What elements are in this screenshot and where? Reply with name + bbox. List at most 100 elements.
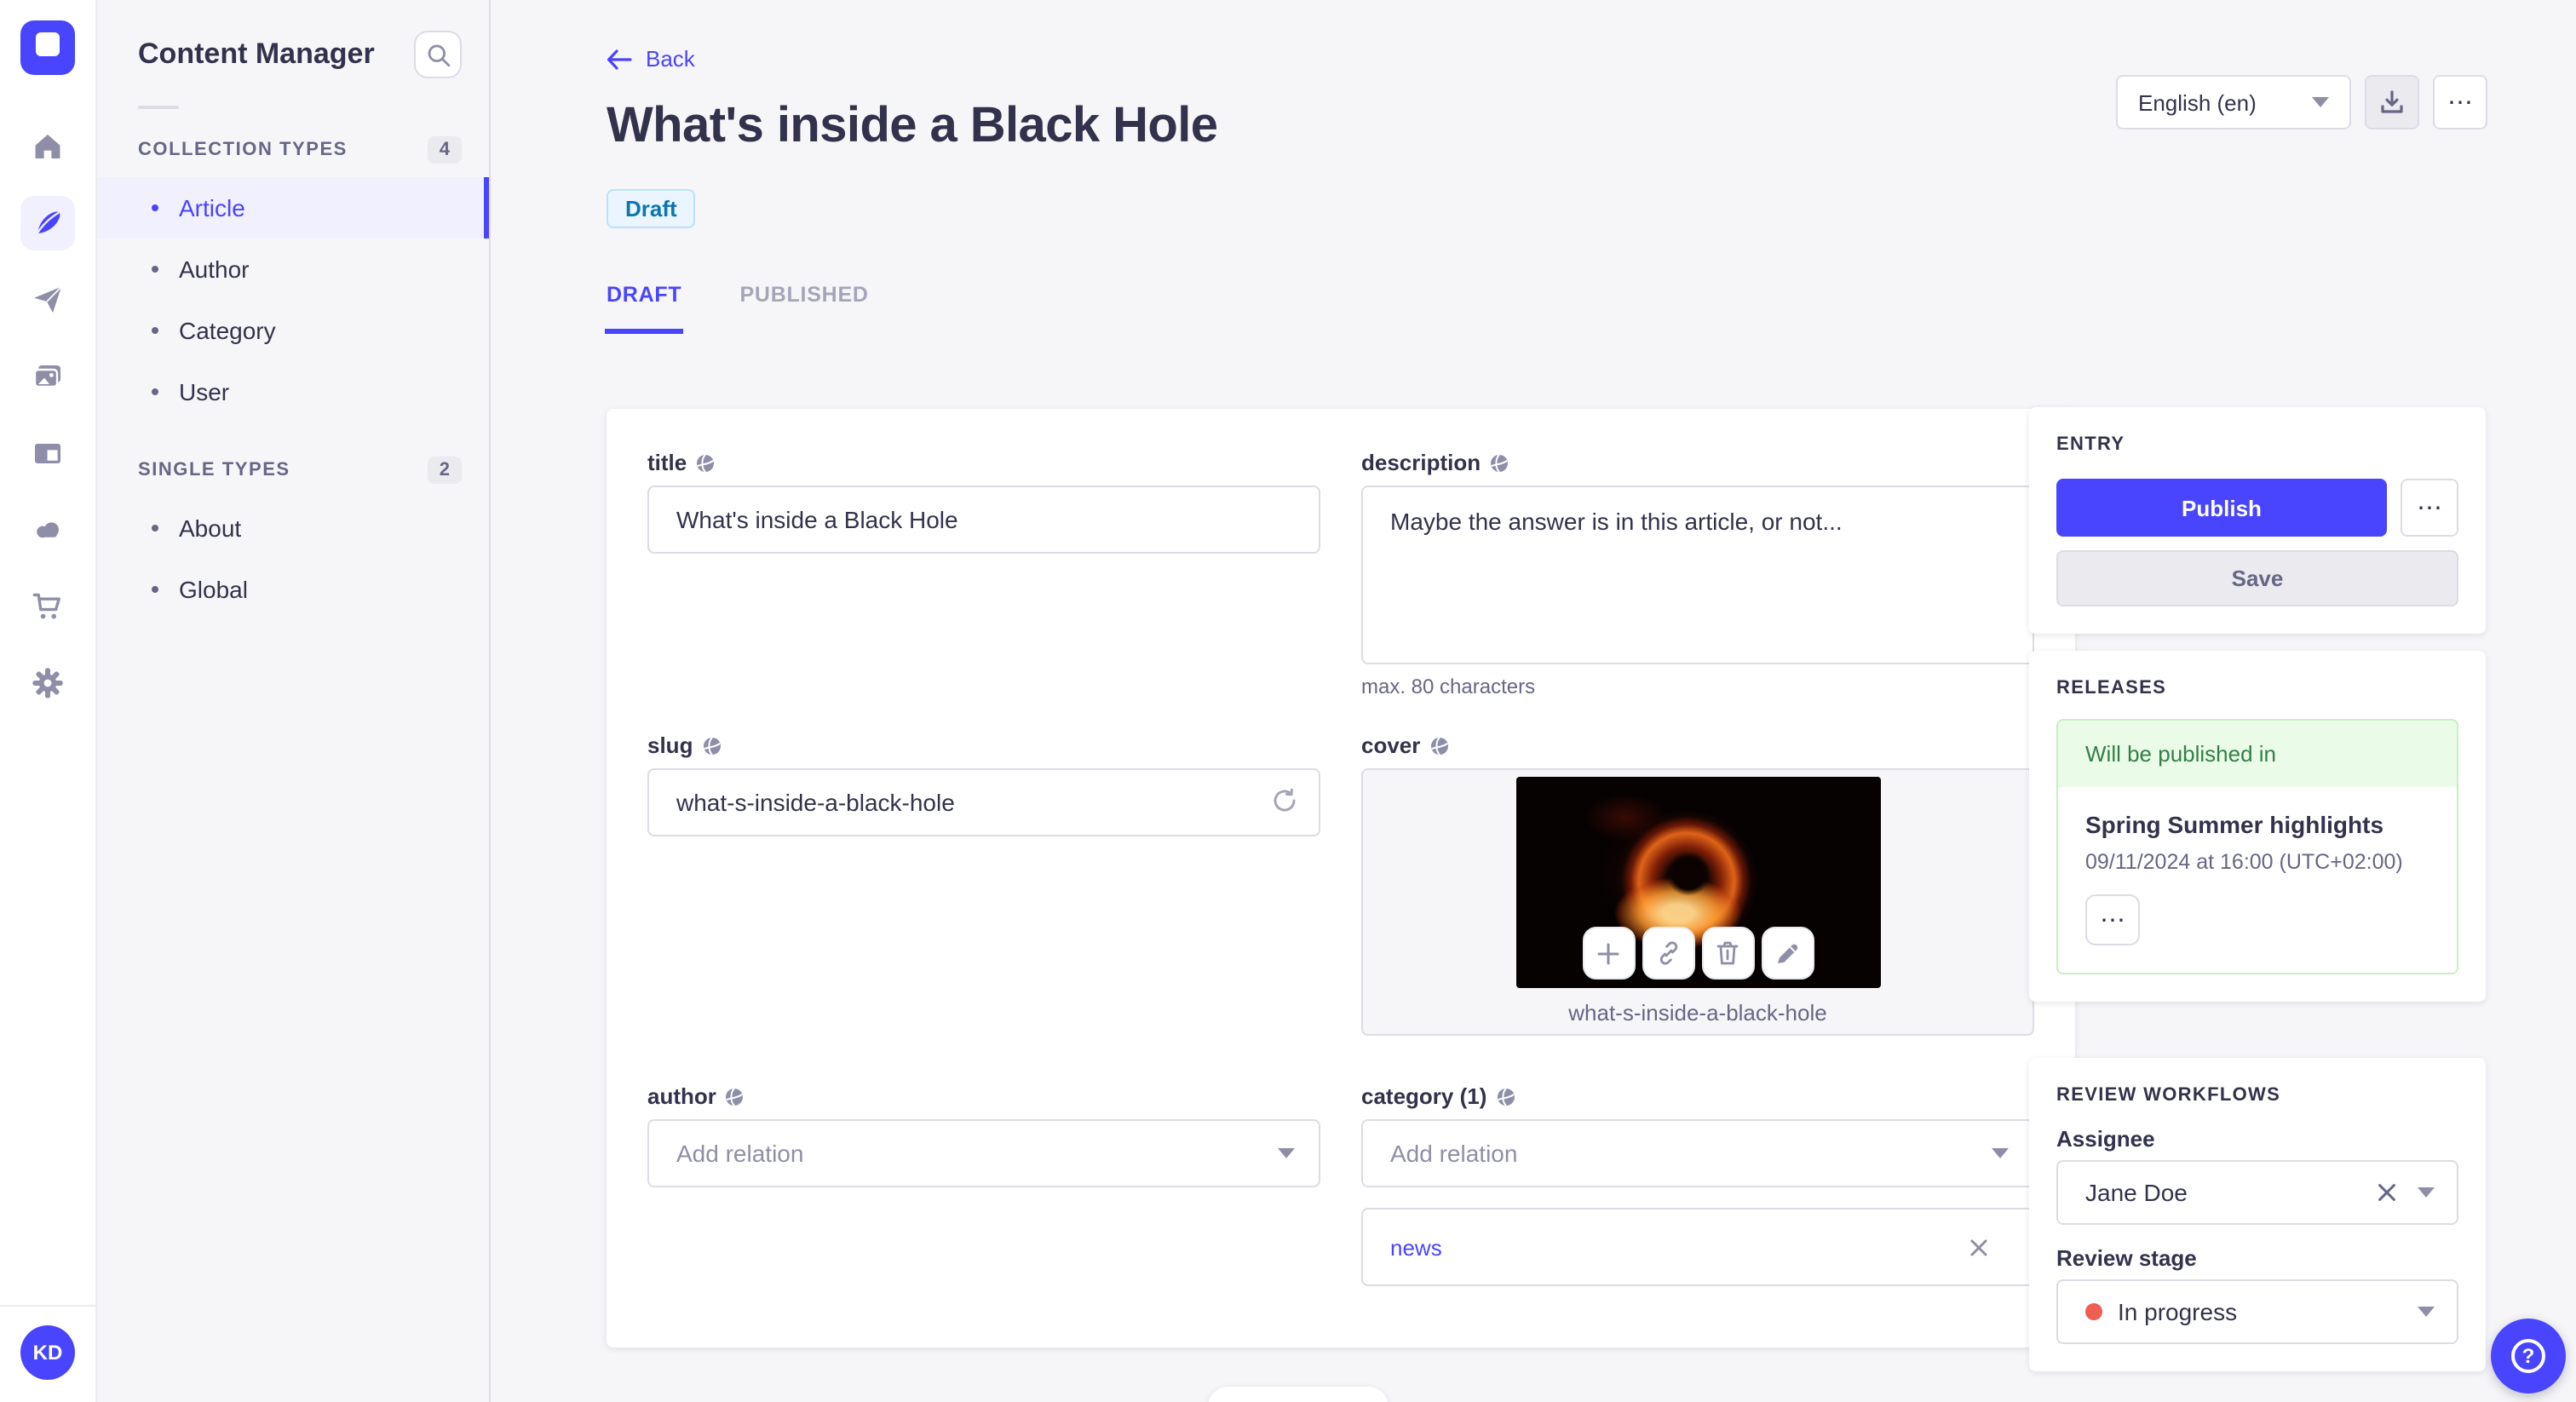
cart-icon[interactable] — [20, 579, 75, 634]
tab-published[interactable]: PUBLISHED — [739, 273, 868, 334]
author-relation-combobox[interactable]: Add relation — [647, 1119, 1320, 1187]
arrow-left-icon — [607, 49, 632, 69]
regenerate-slug-button[interactable] — [1269, 785, 1300, 825]
cover-image-black-hole[interactable] — [1515, 777, 1880, 988]
header-more-button[interactable]: ⋯ — [2433, 75, 2487, 129]
sidebar-item-label: Article — [179, 194, 245, 221]
assignee-select[interactable]: Jane Doe — [2056, 1160, 2458, 1225]
sidebar-item-author[interactable]: Author — [97, 238, 489, 300]
field-description: description Maybe the answer is in this … — [1361, 450, 2034, 698]
releases-panel-title: RELEASES — [2056, 678, 2167, 698]
pencil-icon — [1778, 943, 1798, 962]
category-placeholder: Add relation — [1390, 1140, 1518, 1167]
search-icon — [427, 43, 450, 66]
main-content: Back What's inside a Black Hole Draft En… — [491, 0, 2576, 1402]
category-relation-combobox[interactable]: Add relation — [1361, 1119, 2034, 1187]
sidebar-item-label: User — [179, 378, 230, 405]
bullet-icon — [152, 388, 158, 395]
save-button[interactable]: Save — [2056, 550, 2458, 606]
cover-media-card: what-s-inside-a-black-hole — [1361, 768, 2034, 1036]
remove-relation-button[interactable] — [1969, 1238, 1988, 1256]
chevron-down-icon — [2312, 97, 2329, 107]
header-controls: English (en) ⋯ — [2116, 75, 2487, 129]
cloud-icon[interactable] — [20, 503, 75, 557]
subnav-divider — [138, 106, 179, 109]
layout-builder-icon[interactable] — [20, 426, 75, 480]
paper-plane-icon[interactable] — [20, 273, 75, 327]
strapi-logo[interactable] — [20, 20, 75, 75]
review-workflows-panel: REVIEW WORKFLOWS Assignee Jane Doe Revie… — [2029, 1058, 2486, 1371]
status-badge: Draft — [607, 189, 696, 228]
question-mark-icon: ? — [2511, 1339, 2545, 1373]
search-button[interactable] — [414, 31, 462, 78]
title-input[interactable] — [647, 486, 1320, 554]
sidebar-item-global[interactable]: Global — [97, 559, 489, 620]
locale-select[interactable]: English (en) — [2116, 75, 2351, 129]
chevron-down-icon — [2418, 1187, 2435, 1198]
delete-media-button[interactable] — [1701, 927, 1754, 980]
release-card: Will be published in Spring Summer highl… — [2056, 719, 2458, 974]
add-media-button[interactable] — [1582, 927, 1635, 980]
edit-media-button[interactable] — [1761, 927, 1814, 980]
slug-input[interactable] — [647, 768, 1320, 836]
page-title: What's inside a Black Hole — [607, 99, 1218, 153]
globe-icon — [1491, 453, 1509, 472]
slug-field-label: slug — [647, 733, 693, 758]
content-manager-subnav: Content Manager COLLECTION TYPES 4 Artic… — [97, 0, 491, 1402]
section-label-single-types: SINGLE TYPES — [138, 460, 290, 480]
tab-draft[interactable]: DRAFT — [604, 273, 684, 334]
help-button[interactable]: ? — [2491, 1319, 2566, 1393]
plus-icon — [1597, 942, 1619, 964]
sidebar-item-label: Global — [179, 576, 248, 603]
bullet-icon — [152, 266, 158, 273]
version-tabs: DRAFT PUBLISHED — [604, 273, 869, 334]
download-icon — [2381, 90, 2403, 113]
sidebar-item-user[interactable]: User — [97, 361, 489, 422]
field-cover: cover what-s-inside-a-black-hole — [1361, 733, 2034, 1036]
sidebar-item-about[interactable]: About — [97, 497, 489, 559]
entry-more-button[interactable]: ⋯ — [2401, 479, 2458, 537]
bullet-icon — [152, 204, 158, 211]
publish-button[interactable]: Publish — [2056, 479, 2387, 537]
ellipsis-icon: ⋯ — [2100, 905, 2125, 934]
sidebar-item-category[interactable]: Category — [97, 300, 489, 361]
cover-actions — [1582, 927, 1814, 980]
subnav-title: Content Manager — [138, 37, 375, 70]
author-placeholder: Add relation — [676, 1140, 804, 1167]
relation-news-link[interactable]: news — [1390, 1234, 1442, 1260]
field-slug: slug — [647, 733, 1320, 836]
copy-link-button[interactable] — [1642, 927, 1694, 980]
entry-panel: ENTRY Publish ⋯ Save — [2029, 407, 2486, 634]
description-hint: max. 80 characters — [1361, 675, 1536, 698]
sidebar-item-label: Category — [179, 317, 276, 344]
gear-icon[interactable] — [20, 656, 75, 710]
rail-footer: KD — [0, 1305, 95, 1402]
download-button[interactable] — [2365, 75, 2419, 129]
section-label-collection-types: COLLECTION TYPES — [138, 140, 348, 160]
sidebar-item-label: About — [179, 514, 242, 542]
sidebar-item-label: Author — [179, 256, 250, 283]
globe-icon — [1430, 736, 1448, 755]
collection-types-count: 4 — [427, 136, 462, 164]
assignee-value: Jane Doe — [2085, 1179, 2188, 1206]
release-more-button[interactable]: ⋯ — [2085, 894, 2140, 945]
category-relation-item: news — [1361, 1208, 2034, 1286]
chevron-down-icon — [1278, 1148, 1295, 1158]
avatar[interactable]: KD — [20, 1325, 75, 1380]
back-link[interactable]: Back — [607, 46, 695, 72]
strapi-logo-icon — [36, 32, 60, 56]
home-icon[interactable] — [20, 119, 75, 174]
sidebar-item-article[interactable]: Article — [97, 177, 489, 238]
review-stage-select[interactable]: In progress — [2056, 1279, 2458, 1344]
icon-rail: KD — [0, 0, 97, 1402]
author-field-label: author — [647, 1083, 716, 1109]
collapsed-component-peek[interactable] — [1208, 1387, 1389, 1402]
content-manager-feather-icon[interactable] — [20, 196, 75, 250]
trash-icon — [1716, 941, 1739, 965]
clear-assignee-button[interactable] — [2377, 1182, 2397, 1203]
ellipsis-icon: ⋯ — [2417, 493, 2442, 522]
media-library-icon[interactable] — [20, 349, 75, 404]
edit-form-card: title description — [607, 409, 2075, 1347]
description-textarea[interactable]: Maybe the answer is in this article, or … — [1361, 486, 2034, 664]
close-icon — [1970, 1238, 1987, 1255]
